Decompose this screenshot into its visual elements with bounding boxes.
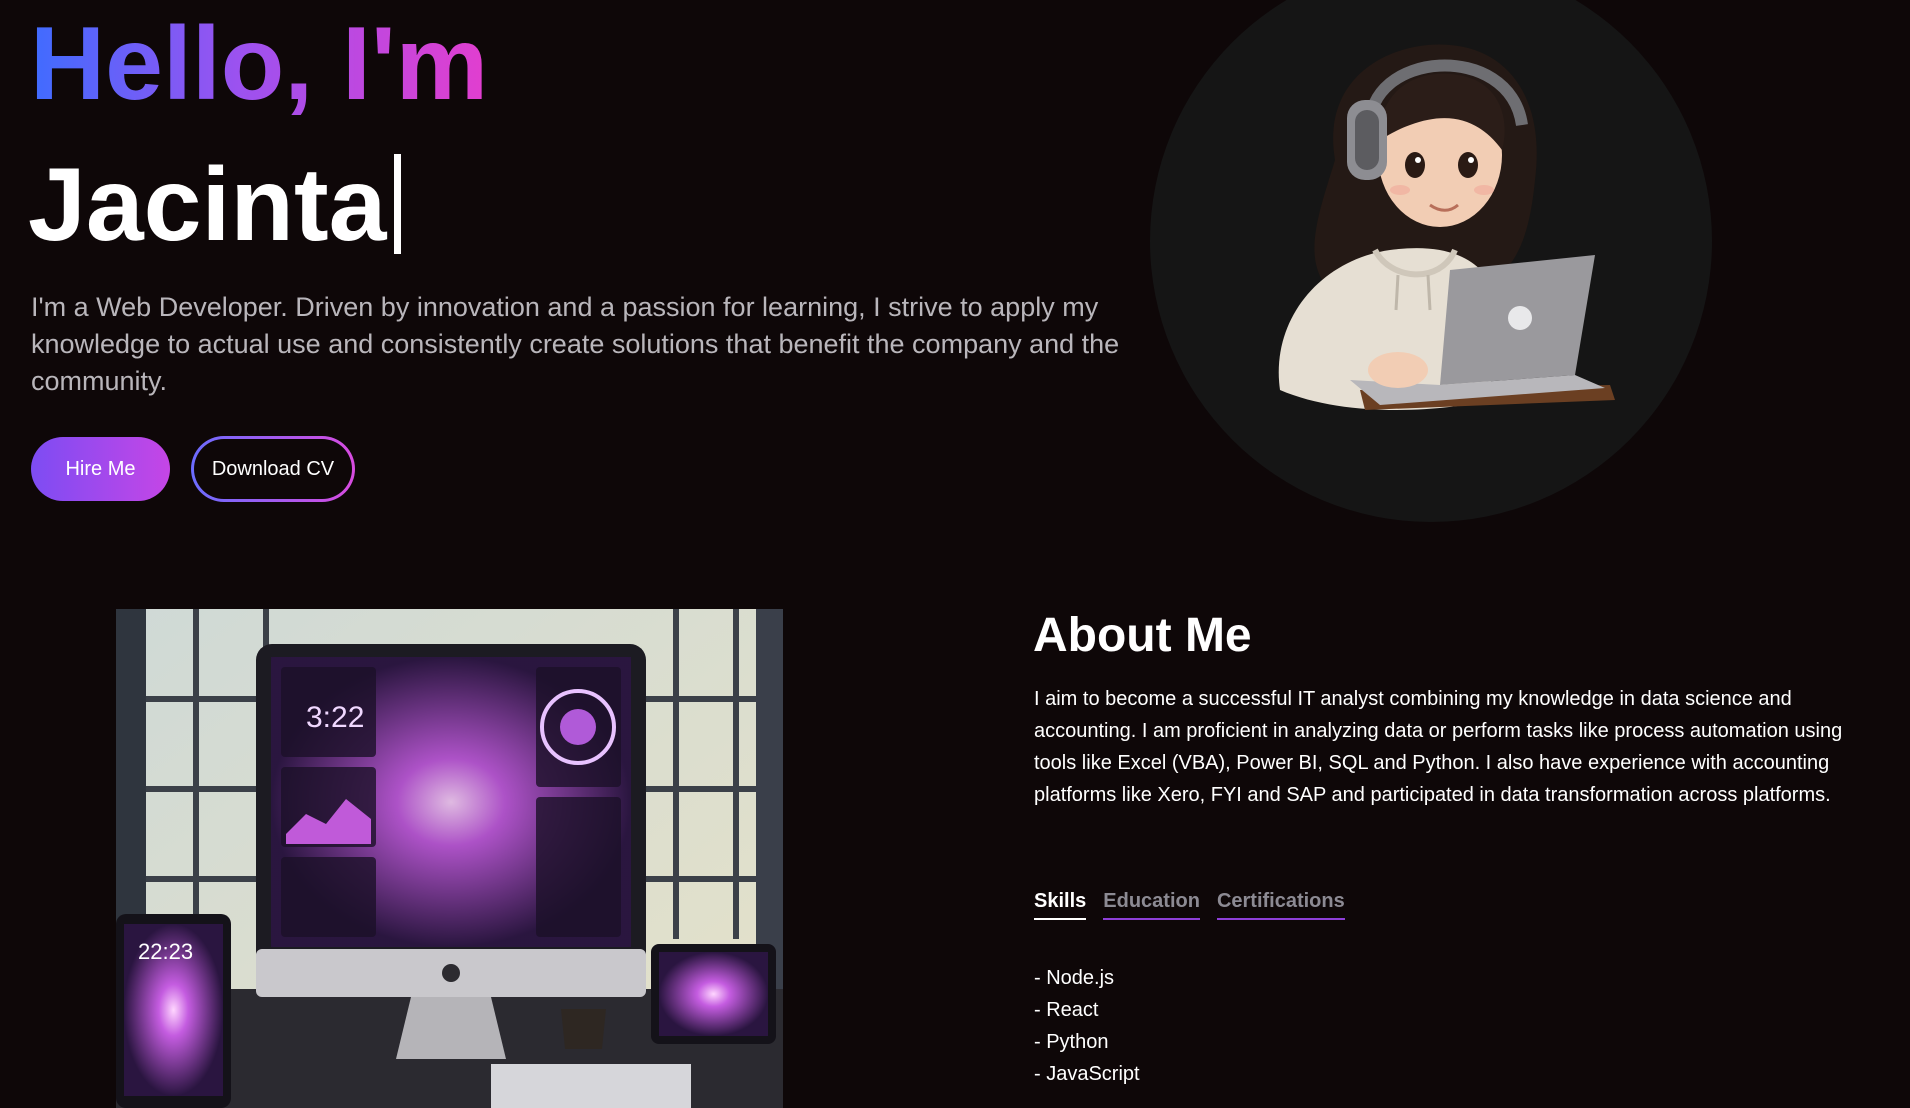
hire-me-button[interactable]: Hire Me — [31, 437, 170, 501]
typing-caret — [394, 154, 402, 254]
page: Hello, I'm Jacinta I'm a Web Developer. … — [0, 0, 1910, 1108]
list-item: - Node.js — [1034, 967, 1115, 989]
skills-list: - Node.js - React - Python - JavaScript — [1034, 962, 1140, 1090]
workspace-svg: 3:22 22:23 — [116, 609, 783, 1108]
about-tabs: Skills Education Certifications — [1034, 888, 1345, 920]
about-text: I aim to become a successful IT analyst … — [1034, 688, 1843, 806]
name-text: Jacinta — [28, 147, 387, 263]
avatar-illustration — [1278, 44, 1615, 410]
list-item: - Python — [1034, 1031, 1109, 1053]
download-cv-button[interactable]: Download CV — [191, 436, 355, 502]
list-item: - React — [1034, 999, 1099, 1021]
tab-education[interactable]: Education — [1103, 888, 1200, 920]
tab-certifications[interactable]: Certifications — [1216, 888, 1345, 920]
name-heading: Jacinta — [28, 140, 402, 270]
svg-text:3:22: 3:22 — [306, 701, 364, 734]
intro-text: I'm a Web Developer. Driven by innovatio… — [31, 292, 1120, 396]
list-item: - JavaScript — [1034, 1063, 1140, 1085]
download-cv-label: Download CV — [194, 439, 352, 499]
svg-text:22:23: 22:23 — [138, 939, 193, 964]
workspace-illustration: 3:22 22:23 — [116, 609, 783, 1108]
about-title: About Me — [1033, 609, 1252, 662]
profile-avatar — [1150, 0, 1712, 522]
greeting-heading: Hello, I'm — [30, 6, 489, 122]
tab-skills[interactable]: Skills — [1034, 888, 1087, 920]
